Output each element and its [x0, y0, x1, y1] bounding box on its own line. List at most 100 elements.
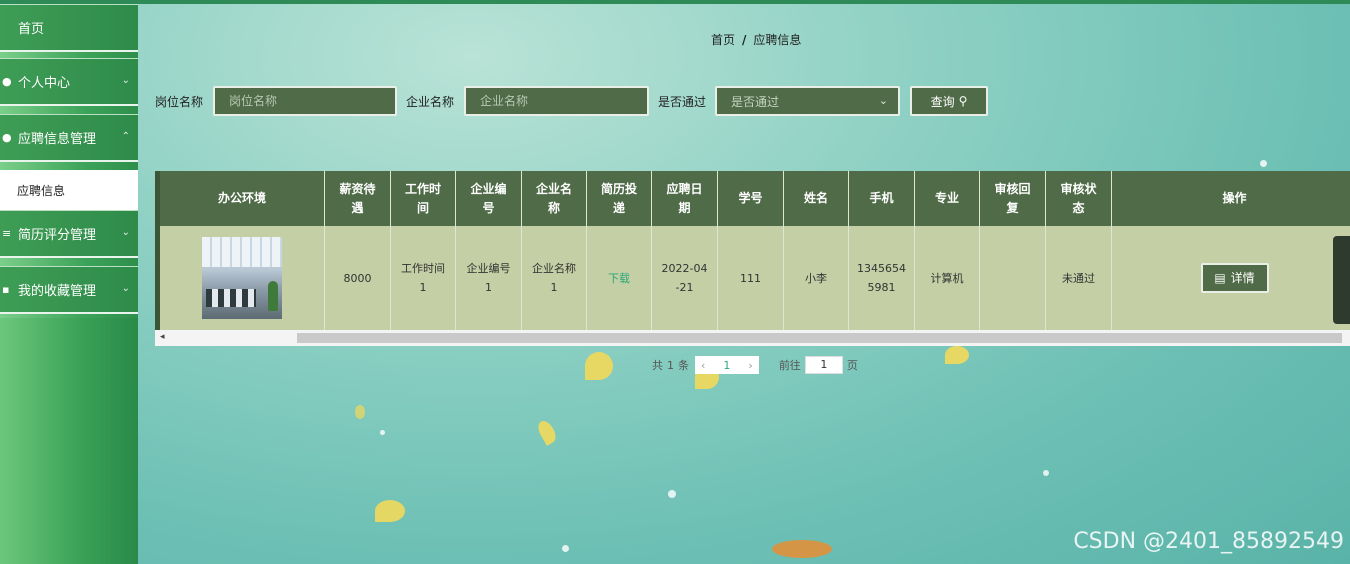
- list-icon: ≡: [2, 227, 12, 240]
- pagination-total: 1: [667, 358, 674, 372]
- header-name: 姓名: [784, 171, 849, 226]
- scroll-left-arrow-icon[interactable]: ◂: [160, 332, 165, 342]
- table-left-edge: [155, 171, 160, 330]
- header-office-env: 办公环境: [160, 171, 325, 226]
- prev-page-icon[interactable]: ‹: [695, 359, 711, 372]
- header-date: 应聘日期: [652, 171, 718, 226]
- header-action: 操作: [1222, 191, 1247, 205]
- sidebar-subitem-application-info[interactable]: 应聘信息: [0, 170, 138, 210]
- header-phone: 手机: [849, 171, 915, 226]
- header-resume: 简历投递: [587, 171, 652, 226]
- sidebar-item-label: 简历评分管理: [18, 228, 97, 243]
- cell-phone: 13456545981: [849, 226, 915, 330]
- decor-leaf: [534, 418, 560, 446]
- document-icon: ▤: [1214, 270, 1226, 285]
- job-name-input[interactable]: [213, 86, 397, 116]
- header-company-no: 企业编号: [456, 171, 522, 226]
- header-salary: 薪资待遇: [325, 171, 391, 226]
- header-company-name: 企业名称: [522, 171, 587, 226]
- breadcrumb-home[interactable]: 首页: [711, 33, 735, 47]
- chevron-down-icon: ⌄: [121, 75, 130, 86]
- sidebar-item-label: 首页: [18, 22, 45, 37]
- sidebar-item-favorites-management[interactable]: ▪ 我的收藏管理 ⌄: [0, 266, 138, 314]
- goto-label: 前往: [778, 359, 801, 372]
- application-table: 办公环境 薪资待遇 工作时间 企业编号 企业名称 简历投递 应聘日期 学号 姓名…: [155, 171, 1350, 346]
- scrollbar-thumb[interactable]: [297, 333, 1342, 343]
- cell-work-time: 工作时间1: [391, 226, 456, 330]
- cell-company-name: 企业名称1: [522, 226, 587, 330]
- sidebar-item-resume-score-management[interactable]: ≡ 简历评分管理 ⌄: [0, 210, 138, 258]
- pagination-total-suffix: 条: [678, 359, 689, 372]
- cell-office-env: [160, 226, 325, 330]
- header-work-time: 工作时间: [391, 171, 456, 226]
- sidebar-item-home[interactable]: 首页: [0, 4, 138, 52]
- cell-action: ▤ 详情: [1112, 226, 1350, 330]
- side-panel-handle[interactable]: [1333, 236, 1350, 324]
- breadcrumb-current: 应聘信息: [753, 33, 802, 47]
- header-reply: 审核回复: [980, 171, 1046, 226]
- detail-button[interactable]: ▤ 详情: [1200, 263, 1269, 293]
- pagination-nav: ‹ 1 ›: [695, 356, 759, 374]
- decor-dot: [562, 545, 569, 552]
- header-major: 专业: [915, 171, 980, 226]
- user-icon: ●: [2, 75, 12, 88]
- current-page-number[interactable]: 1: [711, 359, 742, 372]
- decor-flower: [945, 346, 969, 364]
- pin-icon: ●: [2, 131, 12, 144]
- table-row: 8000 工作时间1 企业编号1 企业名称1 下载 2022-04-21 111…: [155, 226, 1350, 330]
- decor-dot: [1043, 470, 1049, 476]
- watermark: CSDN @2401_85892549: [1073, 529, 1344, 554]
- search-icon: ⚲: [958, 94, 968, 108]
- cell-major: 计算机: [915, 226, 980, 330]
- cell-company-no: 企业编号1: [456, 226, 522, 330]
- decor-petal: [355, 405, 365, 419]
- cell-salary: 8000: [325, 226, 391, 330]
- sidebar-item-label: 个人中心: [18, 76, 71, 91]
- table-horizontal-scrollbar[interactable]: ◂: [155, 330, 1350, 346]
- decor-dot: [668, 490, 676, 498]
- next-page-icon[interactable]: ›: [742, 359, 758, 372]
- sidebar-subitem-label: 应聘信息: [17, 183, 66, 198]
- decor-flower: [772, 540, 832, 558]
- pagination-total-prefix: 共: [652, 359, 663, 372]
- breadcrumb: 首页 / 应聘信息: [711, 31, 801, 48]
- pass-status-select-value: 是否通过: [731, 94, 780, 109]
- decor-leaf: [375, 500, 405, 522]
- company-name-label: 企业名称: [406, 95, 455, 109]
- detail-button-label: 详情: [1230, 270, 1255, 285]
- search-button[interactable]: 查询 ⚲: [910, 86, 988, 116]
- search-button-label: 查询: [930, 94, 955, 109]
- grid-icon: ▪: [2, 283, 10, 296]
- cell-date: 2022-04-21: [652, 226, 718, 330]
- cell-reply: [980, 226, 1046, 330]
- office-photo[interactable]: [202, 237, 282, 319]
- decor-flower: [585, 352, 613, 380]
- pagination: 共 1 条 ‹ 1 › 前往 1 页: [652, 356, 858, 374]
- pass-status-label: 是否通过: [658, 95, 707, 109]
- breadcrumb-separator: /: [742, 33, 747, 47]
- goto-page-input[interactable]: 1: [804, 356, 843, 374]
- sidebar-item-label: 我的收藏管理: [18, 284, 97, 299]
- pass-status-select[interactable]: 是否通过 ⌄: [715, 86, 900, 116]
- company-name-input[interactable]: [464, 86, 649, 116]
- chevron-down-icon: ⌄: [121, 227, 130, 238]
- header-student-no: 学号: [718, 171, 784, 226]
- resume-download-link[interactable]: 下载: [608, 269, 630, 288]
- cell-resume: 下载: [587, 226, 652, 330]
- decor-dot: [380, 430, 385, 435]
- chevron-down-icon: ⌄: [121, 283, 130, 294]
- job-name-label: 岗位名称: [155, 95, 204, 109]
- cell-status: 未通过: [1046, 226, 1112, 330]
- sidebar-item-application-management[interactable]: ● 应聘信息管理 ⌃: [0, 114, 138, 162]
- header-status: 审核状态: [1046, 171, 1112, 226]
- decor-dot: [1260, 160, 1267, 167]
- sidebar-item-label: 应聘信息管理: [18, 132, 97, 147]
- table-header-row: 办公环境 薪资待遇 工作时间 企业编号 企业名称 简历投递 应聘日期 学号 姓名…: [155, 171, 1350, 226]
- chevron-up-icon: ⌃: [121, 131, 130, 142]
- sidebar-item-personal-center[interactable]: ● 个人中心 ⌄: [0, 58, 138, 106]
- sidebar-filler: [0, 318, 138, 564]
- chevron-down-icon: ⌄: [878, 94, 888, 107]
- top-accent-line: [0, 0, 1350, 4]
- page-suffix: 页: [846, 359, 858, 372]
- cell-name: 小李: [784, 226, 849, 330]
